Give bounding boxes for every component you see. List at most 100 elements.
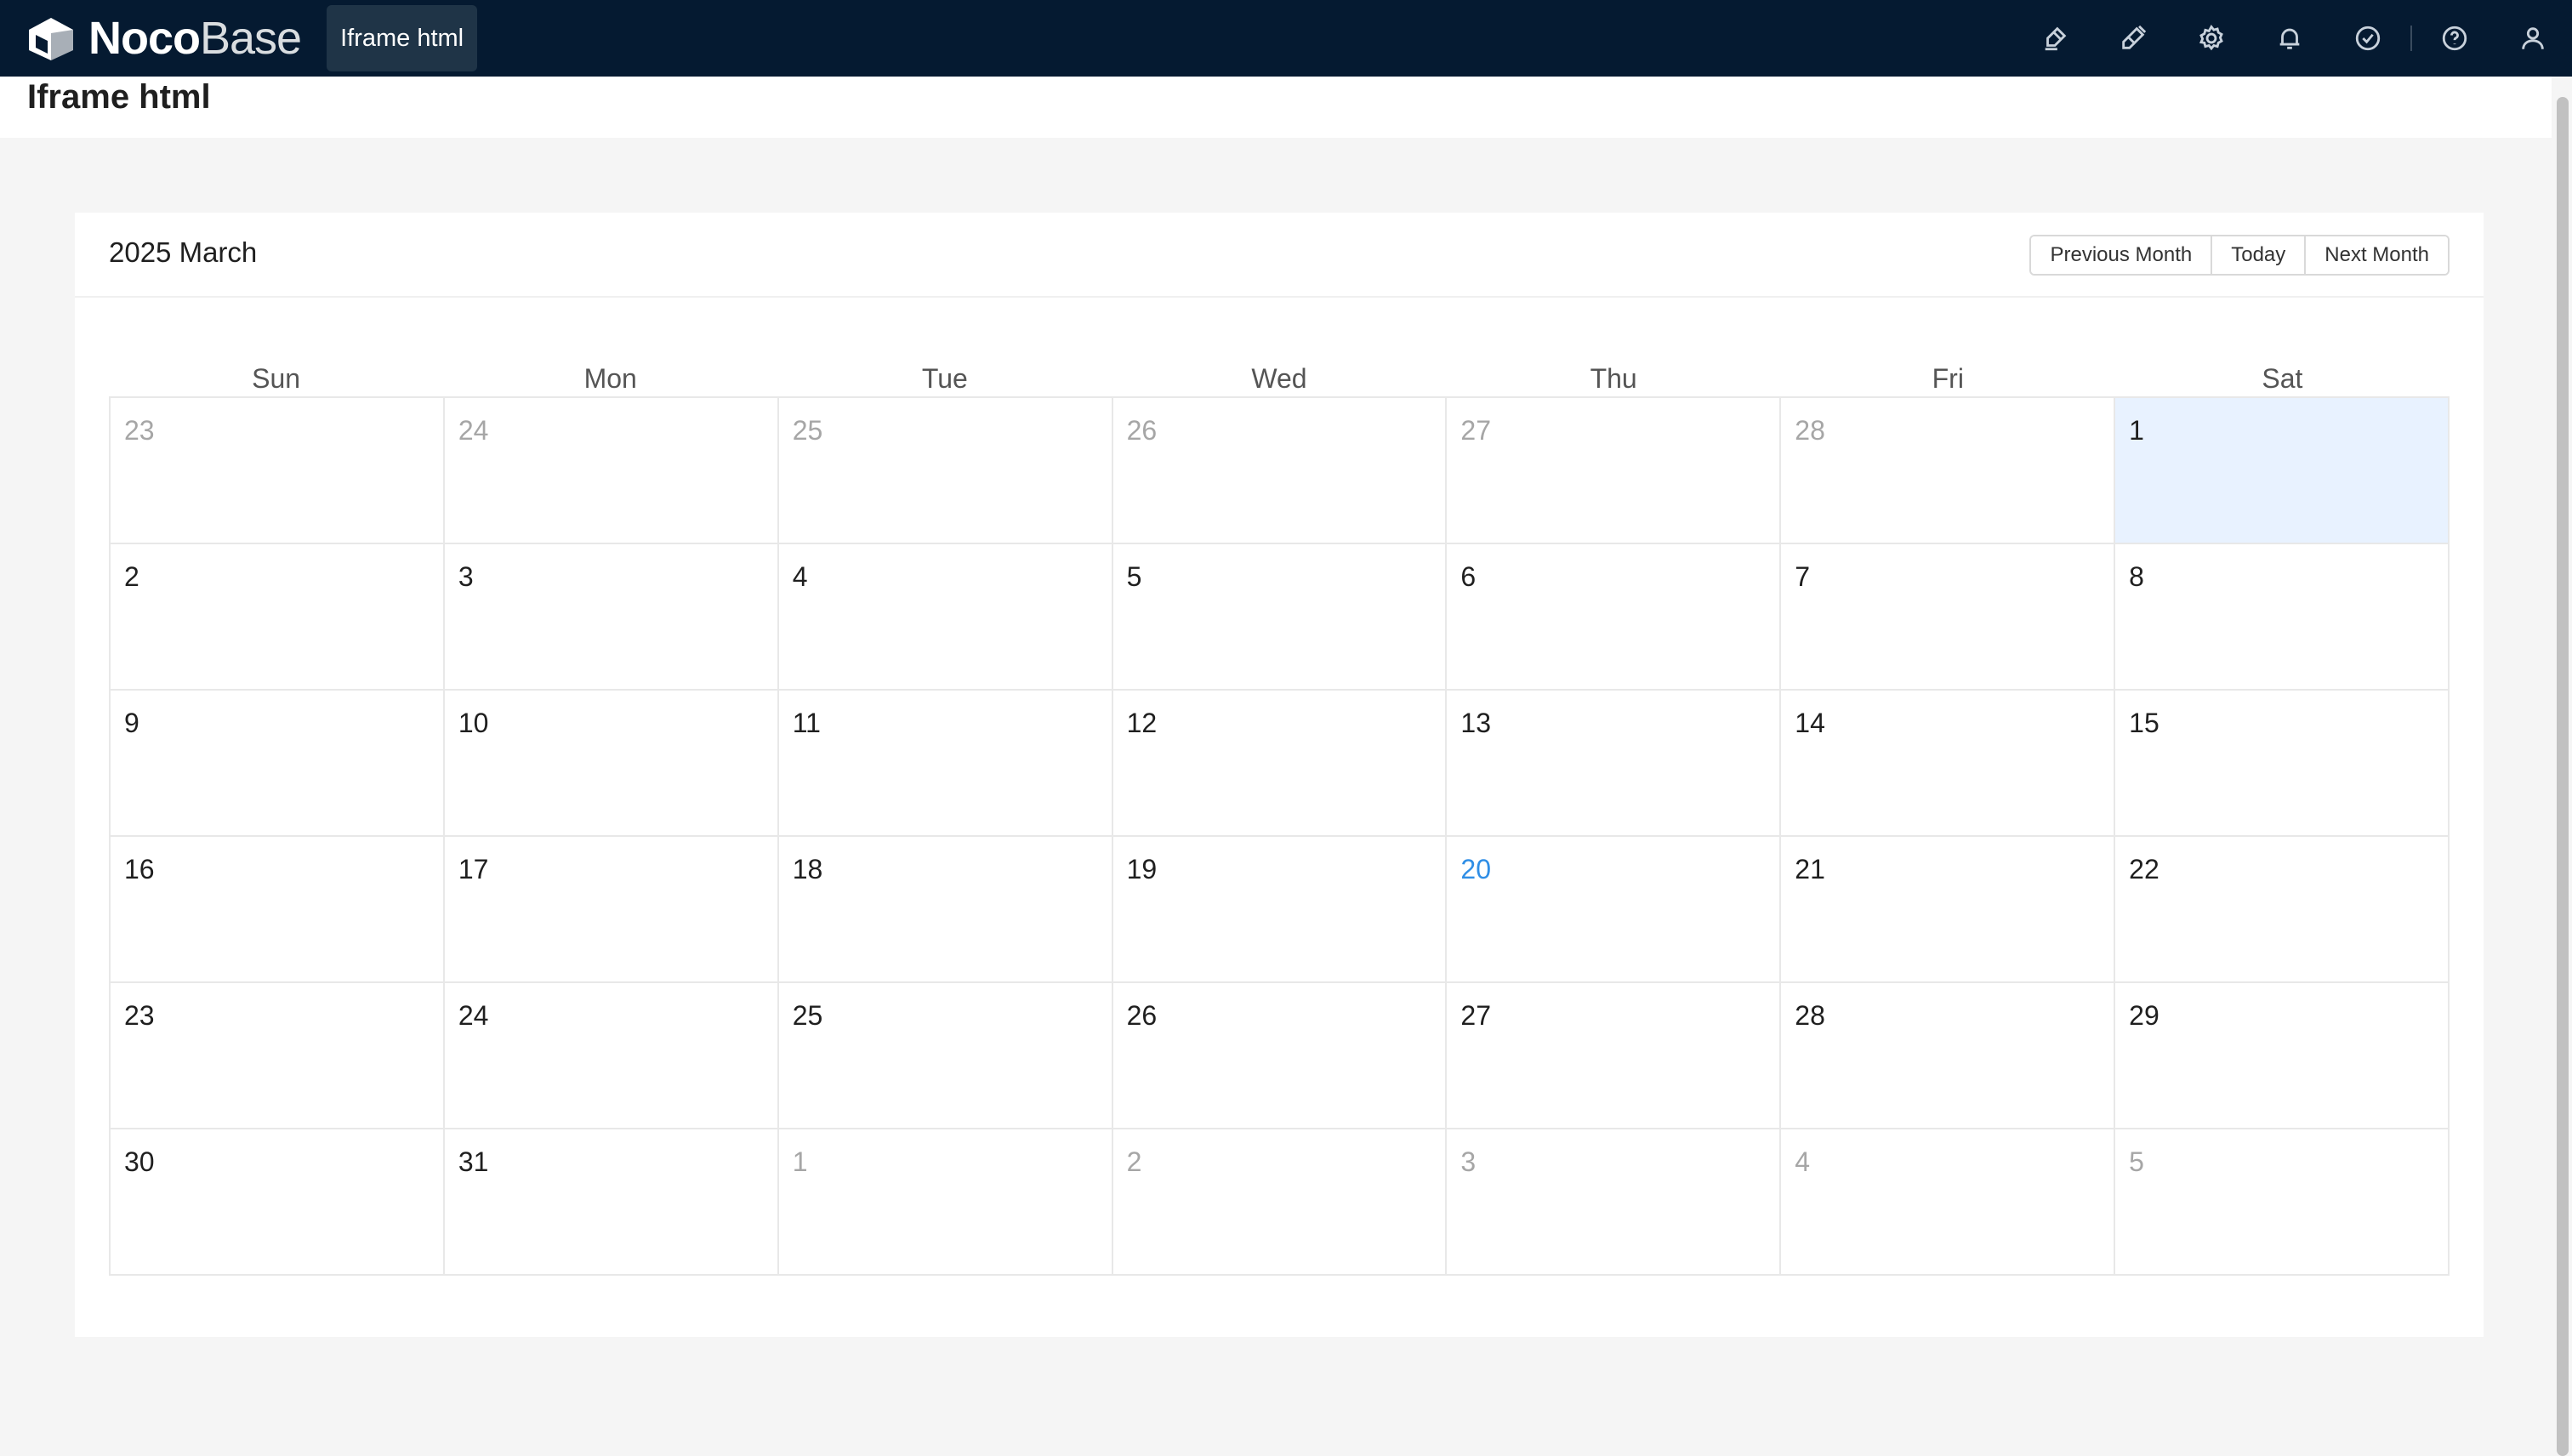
calendar-day[interactable]: 26 xyxy=(1112,983,1448,1129)
calendar-day[interactable]: 13 xyxy=(1447,691,1782,837)
calendar-day[interactable]: 2 xyxy=(1112,1129,1448,1276)
top-navigation-bar: NocoBase Iframe html xyxy=(0,0,2572,77)
day-number: 23 xyxy=(124,415,155,446)
calendar-day[interactable]: 22 xyxy=(2115,837,2450,983)
day-number: 30 xyxy=(124,1146,155,1177)
calendar-day[interactable]: 11 xyxy=(778,691,1113,837)
calendar-header: 2025 March Previous Month Today Next Mon… xyxy=(75,213,2484,298)
logo-text-bold: Noco xyxy=(88,13,201,64)
calendar-day[interactable]: 12 xyxy=(1112,691,1448,837)
day-number: 1 xyxy=(792,1146,808,1177)
calendar-day[interactable]: 24 xyxy=(444,398,779,544)
header-divider xyxy=(2410,26,2412,51)
day-number: 27 xyxy=(1460,415,1492,446)
day-number: 27 xyxy=(1460,1000,1492,1031)
day-number: 12 xyxy=(1126,708,1158,738)
calendar-day[interactable]: 5 xyxy=(2115,1129,2450,1276)
day-number: 2 xyxy=(124,561,139,592)
day-number: 26 xyxy=(1126,1000,1158,1031)
calendar-day[interactable]: 27 xyxy=(1447,983,1782,1129)
bell-icon[interactable] xyxy=(2250,0,2329,77)
calendar-card: 2025 March Previous Month Today Next Mon… xyxy=(75,213,2484,1337)
month-nav-buttons: Previous Month Today Next Month xyxy=(2029,235,2450,276)
calendar-day[interactable]: 18 xyxy=(778,837,1113,983)
calendar-day[interactable]: 25 xyxy=(778,398,1113,544)
check-circle-icon[interactable] xyxy=(2329,0,2407,77)
calendar-day[interactable]: 1 xyxy=(778,1129,1113,1276)
calendar-day[interactable]: 4 xyxy=(1781,1129,2116,1276)
scrollbar[interactable] xyxy=(2552,77,2572,1456)
day-number: 29 xyxy=(2129,1000,2159,1031)
highlighter-icon[interactable] xyxy=(2016,0,2094,77)
calendar-day[interactable]: 23 xyxy=(111,983,445,1129)
calendar-day[interactable]: 29 xyxy=(2115,983,2450,1129)
calendar-day[interactable]: 28 xyxy=(1781,983,2116,1129)
calendar-day[interactable]: 3 xyxy=(1447,1129,1782,1276)
day-number: 2 xyxy=(1126,1146,1142,1177)
logo-cube-icon xyxy=(29,18,73,60)
day-number: 9 xyxy=(124,708,139,738)
logo-text-light: Base xyxy=(200,13,302,64)
day-number: 31 xyxy=(458,1146,489,1177)
calendar-day[interactable]: 14 xyxy=(1781,691,2116,837)
day-number: 8 xyxy=(2129,561,2144,592)
day-number: 20 xyxy=(1460,854,1492,884)
day-number: 1 xyxy=(2129,415,2144,446)
calendar-day[interactable]: 5 xyxy=(1112,544,1448,691)
help-icon[interactable] xyxy=(2416,0,2494,77)
calendar-day[interactable]: 3 xyxy=(444,544,779,691)
calendar-day[interactable]: 27 xyxy=(1447,398,1782,544)
day-number: 3 xyxy=(458,561,474,592)
calendar-day[interactable]: 6 xyxy=(1447,544,1782,691)
day-number: 28 xyxy=(1795,415,1825,446)
calendar-day[interactable]: 4 xyxy=(778,544,1113,691)
header-actions xyxy=(2016,0,2572,77)
today-button[interactable]: Today xyxy=(2211,236,2305,274)
settings-icon[interactable] xyxy=(2172,0,2250,77)
day-number: 4 xyxy=(1795,1146,1811,1177)
nocobase-logo[interactable]: NocoBase xyxy=(26,0,302,77)
calendar-day[interactable]: 28 xyxy=(1781,398,2116,544)
calendar-day[interactable]: 24 xyxy=(444,983,779,1129)
calendar-day[interactable]: 8 xyxy=(2115,544,2450,691)
day-number: 15 xyxy=(2129,708,2159,738)
day-number: 25 xyxy=(792,415,823,446)
day-number: 24 xyxy=(458,1000,489,1031)
calendar-day-today[interactable]: 20 xyxy=(1447,837,1782,983)
calendar-day[interactable]: 2 xyxy=(111,544,445,691)
calendar-day[interactable]: 26 xyxy=(1112,398,1448,544)
calendar-day[interactable]: 7 xyxy=(1781,544,2116,691)
calendar-day[interactable]: 21 xyxy=(1781,837,2116,983)
page-title: Iframe html xyxy=(27,78,211,116)
calendar-day-selected[interactable]: 1 xyxy=(2115,398,2450,544)
page-header: Iframe html xyxy=(0,77,2552,138)
month-title: 2025 March xyxy=(109,236,258,268)
calendar-day[interactable]: 19 xyxy=(1112,837,1448,983)
next-month-button[interactable]: Next Month xyxy=(2304,236,2448,274)
day-number: 23 xyxy=(124,1000,155,1031)
calendar-day[interactable]: 17 xyxy=(444,837,779,983)
day-number: 24 xyxy=(458,415,489,446)
calendar-day[interactable]: 10 xyxy=(444,691,779,837)
day-number: 18 xyxy=(792,854,823,884)
day-number: 14 xyxy=(1795,708,1825,738)
day-number: 19 xyxy=(1126,854,1158,884)
calendar-day[interactable]: 23 xyxy=(111,398,445,544)
calendar-day[interactable]: 25 xyxy=(778,983,1113,1129)
calendar-day[interactable]: 15 xyxy=(2115,691,2450,837)
user-icon[interactable] xyxy=(2494,0,2572,77)
day-number: 3 xyxy=(1460,1146,1477,1177)
plugin-icon[interactable] xyxy=(2094,0,2172,77)
calendar-day[interactable]: 30 xyxy=(111,1129,445,1276)
previous-month-button[interactable]: Previous Month xyxy=(2031,236,2211,274)
scrollbar-thumb[interactable] xyxy=(2557,97,2569,1456)
calendar-day[interactable]: 16 xyxy=(111,837,445,983)
day-number: 11 xyxy=(792,708,821,738)
day-number: 25 xyxy=(792,1000,823,1031)
day-number: 4 xyxy=(792,561,808,592)
day-number: 16 xyxy=(124,854,155,884)
calendar-day[interactable]: 31 xyxy=(444,1129,779,1276)
calendar-day[interactable]: 9 xyxy=(111,691,445,837)
nav-tab-iframe-html[interactable]: Iframe html xyxy=(327,5,478,71)
logo-text: NocoBase xyxy=(88,12,302,65)
